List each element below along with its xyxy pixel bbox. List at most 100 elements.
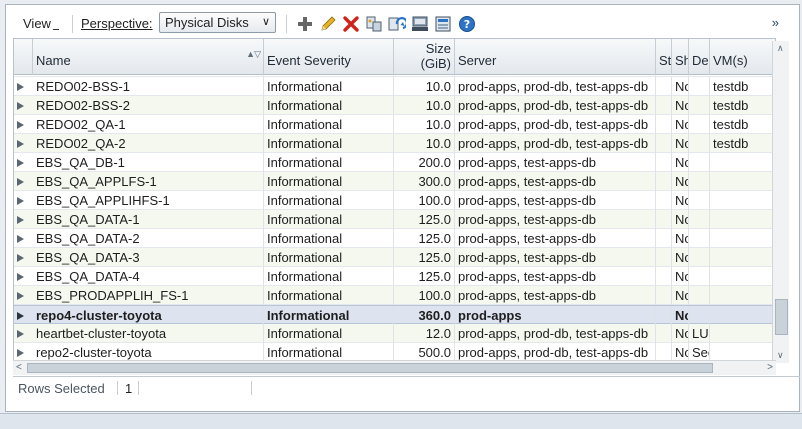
expand-row-icon[interactable] xyxy=(17,140,24,148)
perspective-select[interactable]: Physical Disks ∨ xyxy=(159,12,276,33)
table-row[interactable]: EBS_QA_APPLIHFS-1 Informational 100.0 prod-… xyxy=(14,191,775,210)
cell-st xyxy=(656,324,672,343)
scroll-down-icon[interactable]: ∨ xyxy=(777,350,784,361)
cell-vms: testdb xyxy=(713,79,749,94)
cell-des xyxy=(689,77,710,96)
expand-row-icon[interactable] xyxy=(17,254,24,262)
chevron-down-icon xyxy=(52,29,59,30)
column-header-st[interactable]: St xyxy=(656,39,672,75)
cell-st xyxy=(656,229,672,248)
scroll-up-icon[interactable]: ∧ xyxy=(777,43,784,54)
view-menu[interactable]: View xyxy=(23,16,59,31)
cell-severity: Informational xyxy=(264,324,394,343)
table-row[interactable]: REDO02_QA-2 Informational 10.0 prod-apps, p… xyxy=(14,134,775,153)
column-header-des[interactable]: Des xyxy=(689,39,710,75)
cell-name: EBS_QA_DATA-4 xyxy=(33,267,264,286)
cell-name: EBS_QA_DATA-2 xyxy=(33,229,264,248)
cell-severity: Informational xyxy=(264,191,394,210)
expand-row-icon[interactable] xyxy=(17,102,24,110)
perspective-label: Perspective: xyxy=(81,16,153,31)
storage-icon[interactable] xyxy=(434,15,452,33)
column-header-vms-label: VM(s) xyxy=(713,53,748,68)
cell-sh: No xyxy=(672,229,689,248)
table-row[interactable]: EBS_QA_DATA-2 Informational 125.0 prod-apps… xyxy=(14,229,775,248)
delete-icon[interactable] xyxy=(342,15,360,33)
expand-row-icon[interactable] xyxy=(17,197,24,205)
column-header-event-severity[interactable]: Event Severity xyxy=(264,39,394,75)
cell-name: REDO02-BSS-1 xyxy=(33,77,264,96)
column-header-size[interactable]: Size (GiB) xyxy=(394,39,455,75)
column-header-server[interactable]: Server xyxy=(455,39,656,75)
cell-severity: Informational xyxy=(264,172,394,191)
cell-name: EBS_QA_APPLFS-1 xyxy=(33,172,264,191)
expand-row-icon[interactable] xyxy=(17,273,24,281)
table-row[interactable]: EBS_PRODAPPLIH_FS-1 Informational 100.0 pro… xyxy=(14,286,775,305)
cell-name: EBS_QA_APPLIHFS-1 xyxy=(33,191,264,210)
table-row[interactable]: heartbet-cluster-toyota Informational 12.0… xyxy=(14,324,775,343)
cell-st xyxy=(656,77,672,96)
help-icon[interactable]: ? xyxy=(458,15,476,33)
cell-sh: No xyxy=(672,134,689,153)
more-actions-button[interactable]: » xyxy=(772,15,779,30)
cell-st xyxy=(656,267,672,286)
cell-size: 125.0 xyxy=(394,229,455,248)
scroll-left-icon[interactable]: < xyxy=(16,362,22,373)
table-row[interactable]: EBS_QA_DB-1 Informational 200.0 prod-apps, … xyxy=(14,153,775,172)
cell-name: EBS_QA_DB-1 xyxy=(33,153,264,172)
horizontal-scrollbar[interactable]: < > xyxy=(13,360,776,375)
sort-arrows-icon[interactable]: ▲▽ xyxy=(246,49,261,60)
table-row[interactable]: EBS_QA_APPLFS-1 Informational 300.0 prod-ap… xyxy=(14,172,775,191)
cell-severity: Informational xyxy=(264,96,394,115)
column-header-size-label: Size xyxy=(425,41,451,56)
table-row[interactable]: EBS_QA_DATA-3 Informational 125.0 prod-apps… xyxy=(14,248,775,267)
cell-name: REDO02_QA-2 xyxy=(33,134,264,153)
expand-row-icon[interactable] xyxy=(17,178,24,186)
cell-size: 125.0 xyxy=(394,210,455,229)
toolbar-divider xyxy=(72,15,73,33)
vertical-scroll-thumb[interactable] xyxy=(775,299,788,335)
table-row[interactable]: REDO02-BSS-2 Informational 10.0 prod-apps, … xyxy=(14,96,775,115)
expand-row-icon[interactable] xyxy=(17,121,24,129)
table-row[interactable]: REDO02-BSS-1 Informational 10.0 prod-apps, … xyxy=(14,77,775,96)
table-row[interactable]: REDO02_QA-1 Informational 10.0 prod-apps, p… xyxy=(14,115,775,134)
scroll-right-icon[interactable]: > xyxy=(767,362,773,373)
expand-row-icon[interactable] xyxy=(17,349,24,357)
table-row[interactable]: EBS_QA_DATA-1 Informational 125.0 prod-apps… xyxy=(14,210,775,229)
column-header-vms[interactable]: VM(s) xyxy=(710,39,775,75)
cell-des xyxy=(689,153,710,172)
cell-st xyxy=(656,153,672,172)
column-header-name[interactable]: Name ▲▽ xyxy=(33,39,264,75)
refresh-icon[interactable] xyxy=(388,15,406,33)
cell-vms xyxy=(710,324,775,343)
cell-sh: No xyxy=(672,248,689,267)
expand-row-icon[interactable] xyxy=(17,330,24,338)
edit-icon[interactable] xyxy=(319,15,337,33)
svg-text:?: ? xyxy=(464,18,470,31)
cell-sh: No xyxy=(672,96,689,115)
cell-severity: Informational xyxy=(264,248,394,267)
rescan-icon[interactable] xyxy=(411,15,429,33)
column-header-st-label: St xyxy=(659,53,672,68)
expand-row-icon[interactable] xyxy=(17,292,24,300)
column-header-sh[interactable]: Sh xyxy=(672,39,689,75)
add-icon[interactable] xyxy=(296,15,314,33)
cell-des xyxy=(689,191,710,210)
cell-st xyxy=(656,134,672,153)
table-row[interactable]: repo4-cluster-toyota Informational 360.0 pr… xyxy=(14,305,775,325)
cell-sh: No xyxy=(672,267,689,286)
expand-row-icon[interactable] xyxy=(17,312,24,320)
table-row[interactable]: EBS_QA_DATA-4 Informational 125.0 prod-apps… xyxy=(14,267,775,286)
vertical-scrollbar[interactable]: ∧ ∨ xyxy=(772,41,789,363)
cell-vms: testdb xyxy=(713,117,749,132)
expand-row-icon[interactable] xyxy=(17,235,24,243)
horizontal-scroll-thumb[interactable] xyxy=(27,363,713,373)
cell-st xyxy=(656,172,672,191)
cell-sh: No xyxy=(672,191,689,210)
assign-icon[interactable] xyxy=(365,15,383,33)
cell-vms xyxy=(710,286,775,305)
expand-row-icon[interactable] xyxy=(17,216,24,224)
expand-row-icon[interactable] xyxy=(17,83,24,91)
expand-row-icon[interactable] xyxy=(17,159,24,167)
cell-severity: Informational xyxy=(264,115,394,134)
cell-name: REDO02_QA-1 xyxy=(33,115,264,134)
